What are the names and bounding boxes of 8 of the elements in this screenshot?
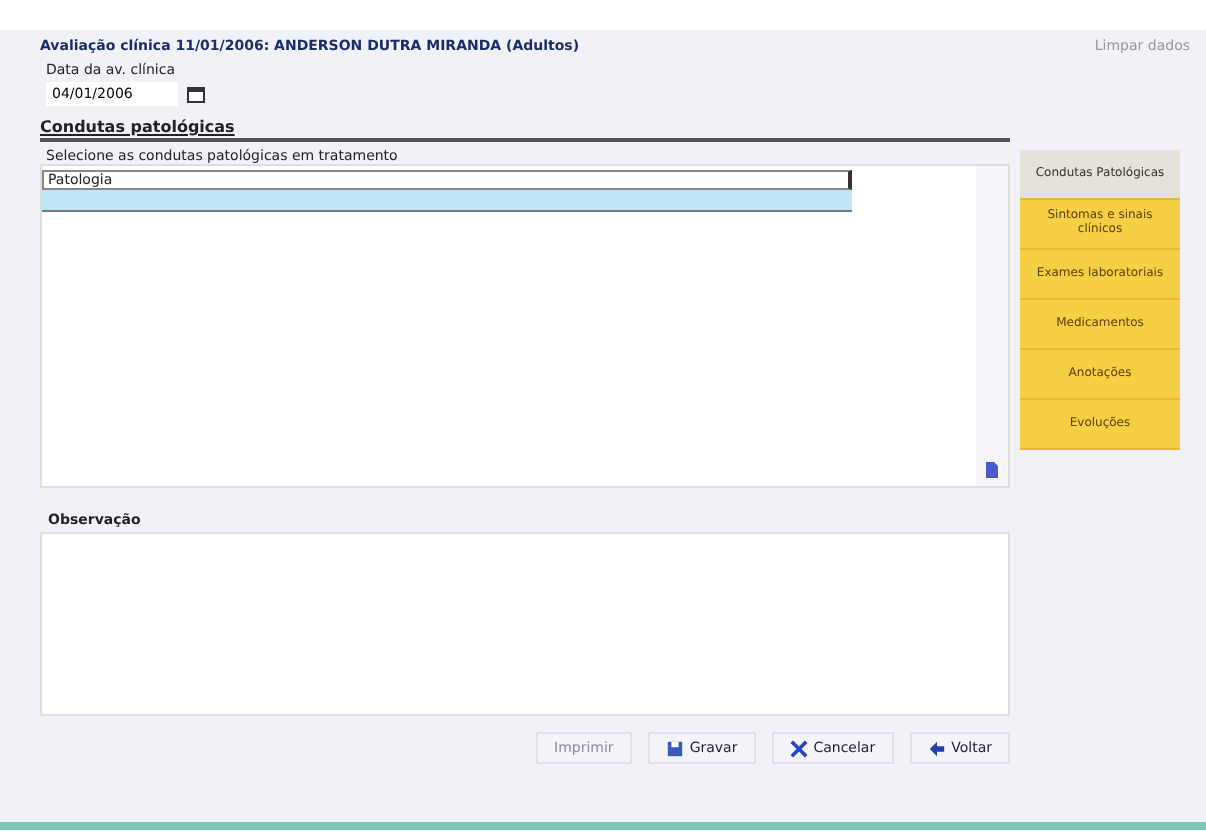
scrollbar[interactable] bbox=[976, 166, 1008, 486]
close-icon bbox=[789, 739, 808, 757]
notes-field[interactable] bbox=[40, 532, 1010, 716]
calendar-icon[interactable] bbox=[186, 84, 206, 104]
document-icon[interactable] bbox=[984, 462, 1000, 478]
left-arrow-icon bbox=[927, 739, 946, 757]
section-title: Condutas patológicas bbox=[40, 118, 1010, 142]
table-row[interactable] bbox=[42, 190, 852, 212]
